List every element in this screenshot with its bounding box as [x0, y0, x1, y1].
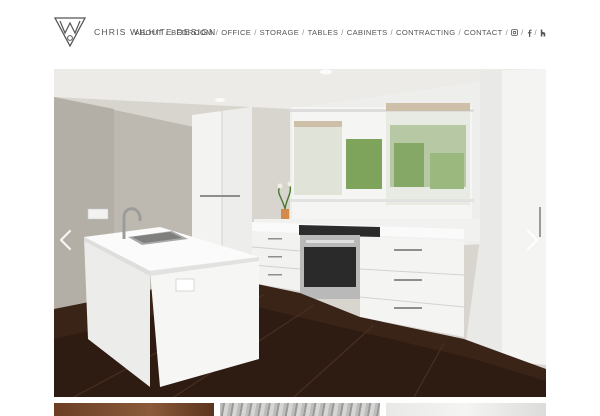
nav-bedroom[interactable]: BEDROOM: [171, 28, 213, 37]
nav-separator: /: [302, 28, 305, 37]
nav-tables[interactable]: TABLES: [308, 28, 339, 37]
nav-about[interactable]: ABOUT: [135, 28, 163, 37]
nav-separator: /: [521, 28, 524, 37]
nav-separator: /: [458, 28, 461, 37]
logo-mark-icon: [54, 17, 86, 47]
nav-separator: /: [341, 28, 344, 37]
nav-contact[interactable]: CONTACT: [464, 28, 503, 37]
houzz-icon[interactable]: [540, 29, 546, 37]
nav-separator: /: [165, 28, 169, 37]
nav-cabinets[interactable]: CABINETS: [347, 28, 388, 37]
nav-contracting[interactable]: CONTRACTING: [396, 28, 456, 37]
nav-separator: /: [215, 28, 219, 37]
site-header: CHRIS WILHITE DESIGN ABOUT / BEDROOM / O…: [0, 0, 600, 60]
nav-separator: /: [505, 28, 509, 37]
nav-separator: /: [390, 28, 393, 37]
main-nav: ABOUT / BEDROOM / OFFICE / STORAGE / TAB…: [135, 28, 546, 37]
instagram-icon[interactable]: [511, 29, 518, 36]
thumbnail-row: [54, 403, 546, 416]
wood-cabinet-photo[interactable]: [54, 403, 214, 416]
nav-separator: /: [534, 28, 537, 37]
kitchen-photo: [54, 69, 546, 397]
nav-separator: /: [254, 28, 257, 37]
nav-office[interactable]: OFFICE: [221, 28, 251, 37]
wood-grain-photo[interactable]: [220, 403, 380, 416]
facebook-icon[interactable]: [527, 29, 532, 37]
image-slider[interactable]: [54, 69, 546, 397]
chevron-right-icon[interactable]: [524, 229, 540, 251]
nav-storage[interactable]: STORAGE: [260, 28, 299, 37]
chevron-left-icon[interactable]: [58, 229, 74, 251]
white-room-photo[interactable]: [386, 403, 546, 416]
